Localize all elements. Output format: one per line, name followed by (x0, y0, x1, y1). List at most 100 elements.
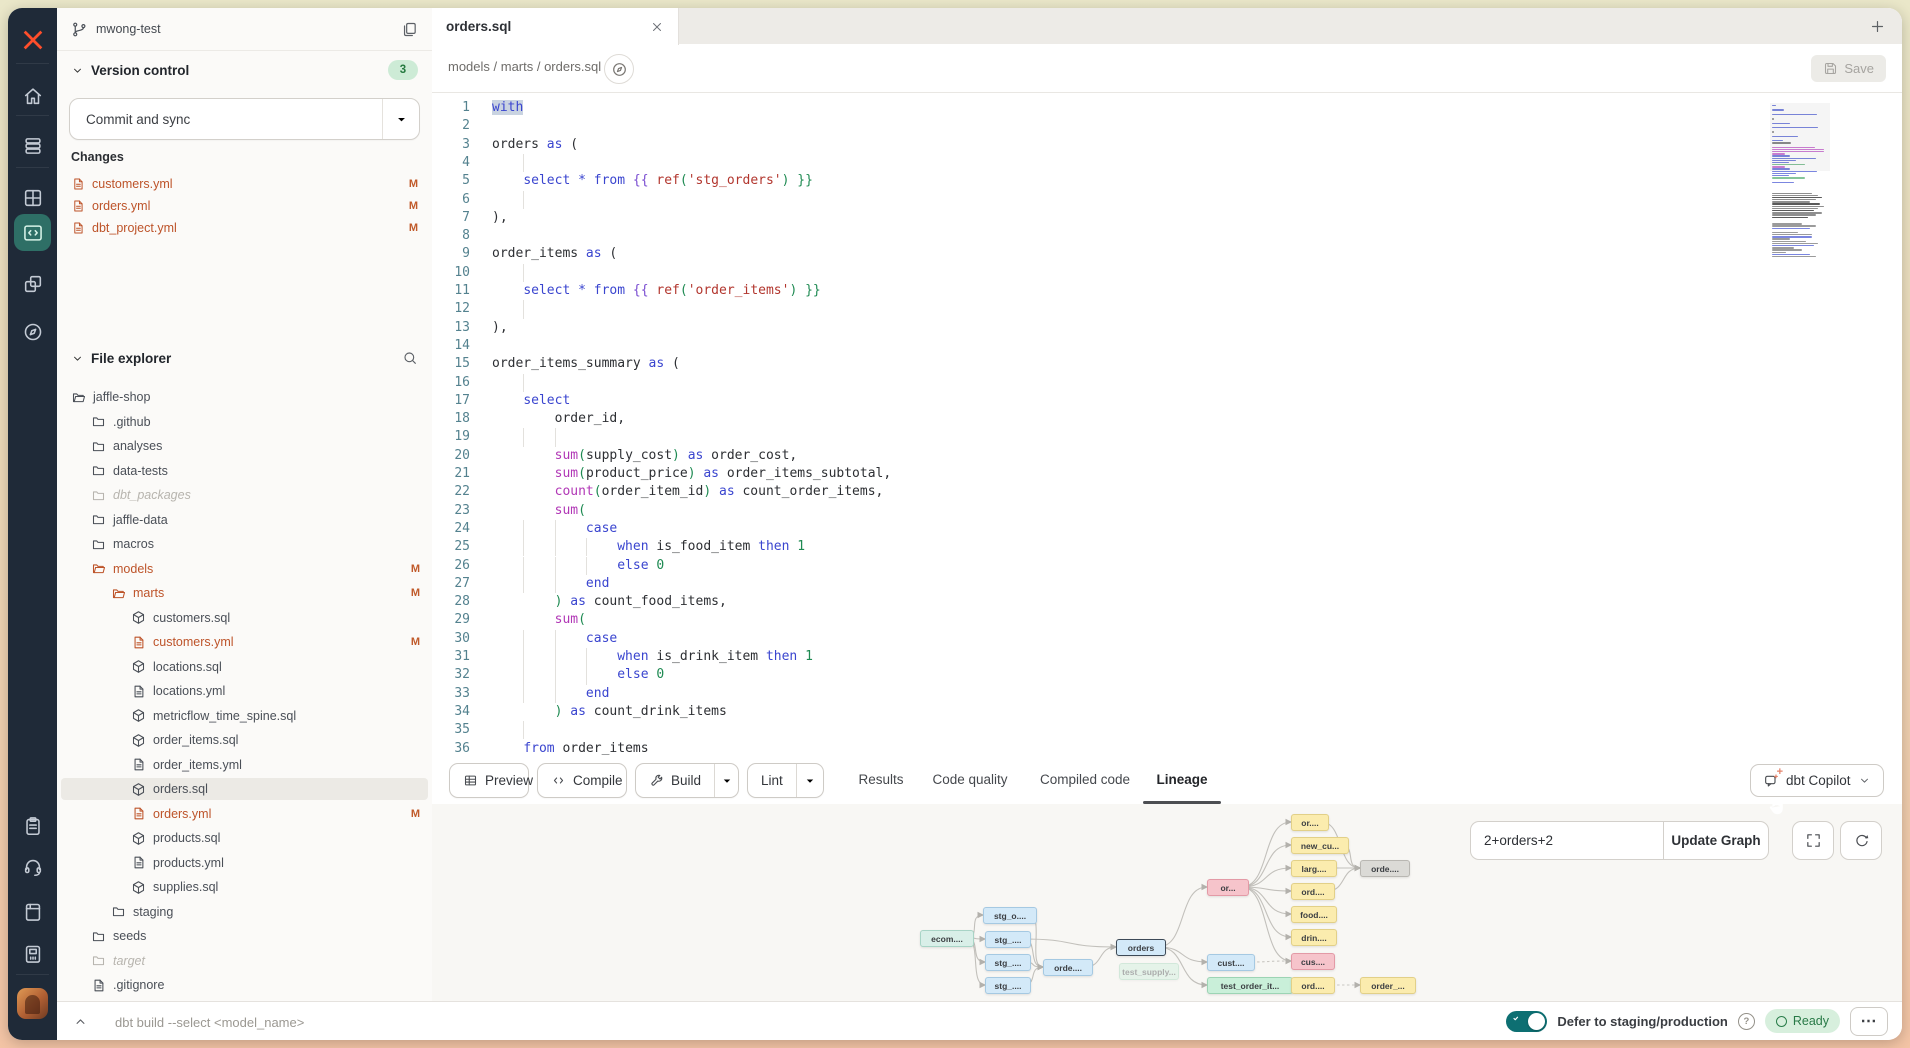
commit-options-caret[interactable] (382, 99, 419, 139)
tree-item-orders.sql[interactable]: orders.sql (61, 778, 428, 800)
lineage-node-stg_o[interactable]: stg_o.... (983, 907, 1037, 924)
lineage-node-stg3[interactable]: stg_.... (985, 954, 1031, 971)
tree-item-customers.sql[interactable]: customers.sql (61, 607, 428, 629)
minimap[interactable] (1772, 105, 1828, 276)
tab-lineage[interactable]: Lineage (1157, 755, 1207, 803)
dbt-command-input[interactable] (113, 1006, 717, 1038)
dbt-copilot-button[interactable]: dbt Copilot (1750, 764, 1884, 797)
tree-item-target[interactable]: target (61, 950, 428, 972)
rail-environments[interactable] (8, 129, 57, 163)
tree-item-.github[interactable]: .github (61, 411, 428, 433)
indent-guide (523, 154, 524, 172)
rail-support[interactable] (8, 850, 57, 884)
tree-item-metricflow_time_spine.sql[interactable]: metricflow_time_spine.sql (61, 705, 428, 727)
tree-item-label: customers.yml (153, 635, 234, 649)
more-options-button[interactable]: ⋯ (1850, 1007, 1888, 1036)
lineage-node-stg4[interactable]: stg_.... (985, 977, 1031, 994)
lineage-node-ecom[interactable]: ecom.... (920, 930, 974, 947)
tree-item-supplies.sql[interactable]: supplies.sql (61, 876, 428, 898)
lineage-node-larg[interactable]: larg.... (1291, 860, 1337, 877)
tree-item-models[interactable]: modelsM (61, 558, 428, 580)
rail-develop[interactable] (14, 214, 51, 251)
code-line-24: 24 case (432, 520, 1902, 538)
commit-and-sync-button[interactable]: Commit and sync (69, 98, 420, 140)
tree-item-products.sql[interactable]: products.sql (61, 827, 428, 849)
lineage-node-stg2[interactable]: stg_.... (985, 931, 1031, 948)
rail-dbt-logo[interactable] (8, 23, 57, 57)
lineage-node-order_y3[interactable]: order_... (1360, 977, 1416, 994)
tab-compiled-code[interactable]: Compiled code (1039, 755, 1131, 803)
lineage-node-orders[interactable]: orders (1116, 939, 1166, 956)
tree-item-data-tests[interactable]: data-tests (61, 460, 428, 482)
rail-orchestration[interactable] (8, 267, 57, 301)
lineage-node-drin[interactable]: drin.... (1291, 929, 1337, 946)
rail-marketplace[interactable] (8, 937, 57, 971)
tree-item-dbt_packages[interactable]: dbt_packages (61, 484, 428, 506)
tree-item-orders.yml[interactable]: orders.ymlM (61, 803, 428, 825)
rail-docs[interactable] (8, 895, 57, 929)
preview-button[interactable]: Preview (449, 763, 529, 798)
user-avatar[interactable] (17, 988, 48, 1019)
branch-name[interactable]: mwong-test (96, 22, 161, 36)
code-editor[interactable]: 1with23orders as (45 select * from {{ re… (432, 92, 1902, 756)
rail-home[interactable] (8, 79, 57, 113)
changed-file-customers.yml[interactable]: customers.ymlM (63, 173, 426, 194)
build-button[interactable]: Build (635, 763, 739, 798)
lineage-node-test_supply[interactable]: test_supply... (1119, 963, 1179, 980)
open-in-explorer-icon[interactable] (604, 54, 634, 84)
store-icon (22, 943, 44, 965)
lineage-node-or_pink[interactable]: or... (1207, 879, 1249, 896)
lineage-node-ord_y1[interactable]: ord.... (1291, 883, 1335, 900)
save-button[interactable]: Save (1811, 55, 1886, 82)
tree-item-analyses[interactable]: analyses (61, 435, 428, 457)
lineage-node-new_cu[interactable]: new_cu... (1291, 837, 1349, 854)
tree-item-order_items.sql[interactable]: order_items.sql (61, 729, 428, 751)
defer-toggle[interactable] (1506, 1011, 1547, 1032)
tab-orders-sql[interactable]: orders.sql (432, 8, 679, 45)
build-options-caret[interactable] (714, 764, 738, 797)
help-icon[interactable]: ? (1738, 1013, 1755, 1030)
rail-tasks[interactable] (8, 809, 57, 843)
tree-item-label: locations.yml (153, 684, 225, 698)
tree-item-locations.yml[interactable]: locations.yml (61, 680, 428, 702)
tree-item-macros[interactable]: macros (61, 533, 428, 555)
file-explorer-title: File explorer (91, 351, 171, 366)
file-explorer-header[interactable]: File explorer (57, 346, 432, 370)
lint-button[interactable]: Lint (747, 763, 824, 798)
tab-code-quality[interactable]: Code quality (932, 755, 1008, 803)
changed-file-orders.yml[interactable]: orders.ymlM (63, 195, 426, 216)
rail-explore[interactable] (8, 315, 57, 349)
chevron-up-icon[interactable] (69, 1010, 91, 1032)
new-tab-button[interactable] (1866, 15, 1888, 37)
tree-item-staging[interactable]: staging (61, 901, 428, 923)
lineage-node-ord_y2[interactable]: ord.... (1291, 977, 1335, 994)
tree-item-order_items.yml[interactable]: order_items.yml (61, 754, 428, 776)
tree-item-jaffle-shop[interactable]: jaffle-shop (61, 386, 428, 408)
tree-item-.gitignore[interactable]: .gitignore (61, 974, 428, 996)
command-bar: Defer to staging/production ? Ready ⋯ (57, 1001, 1902, 1040)
tree-item-customers.yml[interactable]: customers.ymlM (61, 631, 428, 653)
copy-icon[interactable] (401, 21, 418, 38)
lineage-node-or_y[interactable]: or.... (1291, 814, 1329, 831)
tab-results[interactable]: Results (858, 755, 904, 803)
tree-item-jaffle-data[interactable]: jaffle-data (61, 509, 428, 531)
lineage-node-cust[interactable]: cust.... (1207, 954, 1255, 971)
tree-item-products.yml[interactable]: products.yml (61, 852, 428, 874)
changed-file-dbt_project.yml[interactable]: dbt_project.ymlM (63, 217, 426, 238)
tree-item-marts[interactable]: martsM (61, 582, 428, 604)
lineage-node-orde_gray[interactable]: orde.... (1360, 860, 1410, 877)
lineage-node-food[interactable]: food.... (1291, 906, 1337, 923)
search-icon[interactable] (402, 350, 418, 366)
compile-button[interactable]: Compile (537, 763, 627, 798)
tree-item-label: locations.sql (153, 660, 222, 674)
rail-dashboards[interactable] (8, 181, 57, 215)
folder-icon (91, 463, 106, 478)
close-icon[interactable] (650, 20, 664, 34)
tree-item-seeds[interactable]: seeds (61, 925, 428, 947)
tree-item-locations.sql[interactable]: locations.sql (61, 656, 428, 678)
lint-options-caret[interactable] (796, 764, 823, 797)
version-control-header[interactable]: Version control 3 (57, 58, 432, 82)
lineage-node-test_order[interactable]: test_order_it... (1207, 977, 1293, 994)
lineage-node-cus_pink[interactable]: cus.... (1291, 953, 1335, 970)
lineage-node-orde1[interactable]: orde.... (1043, 959, 1093, 976)
